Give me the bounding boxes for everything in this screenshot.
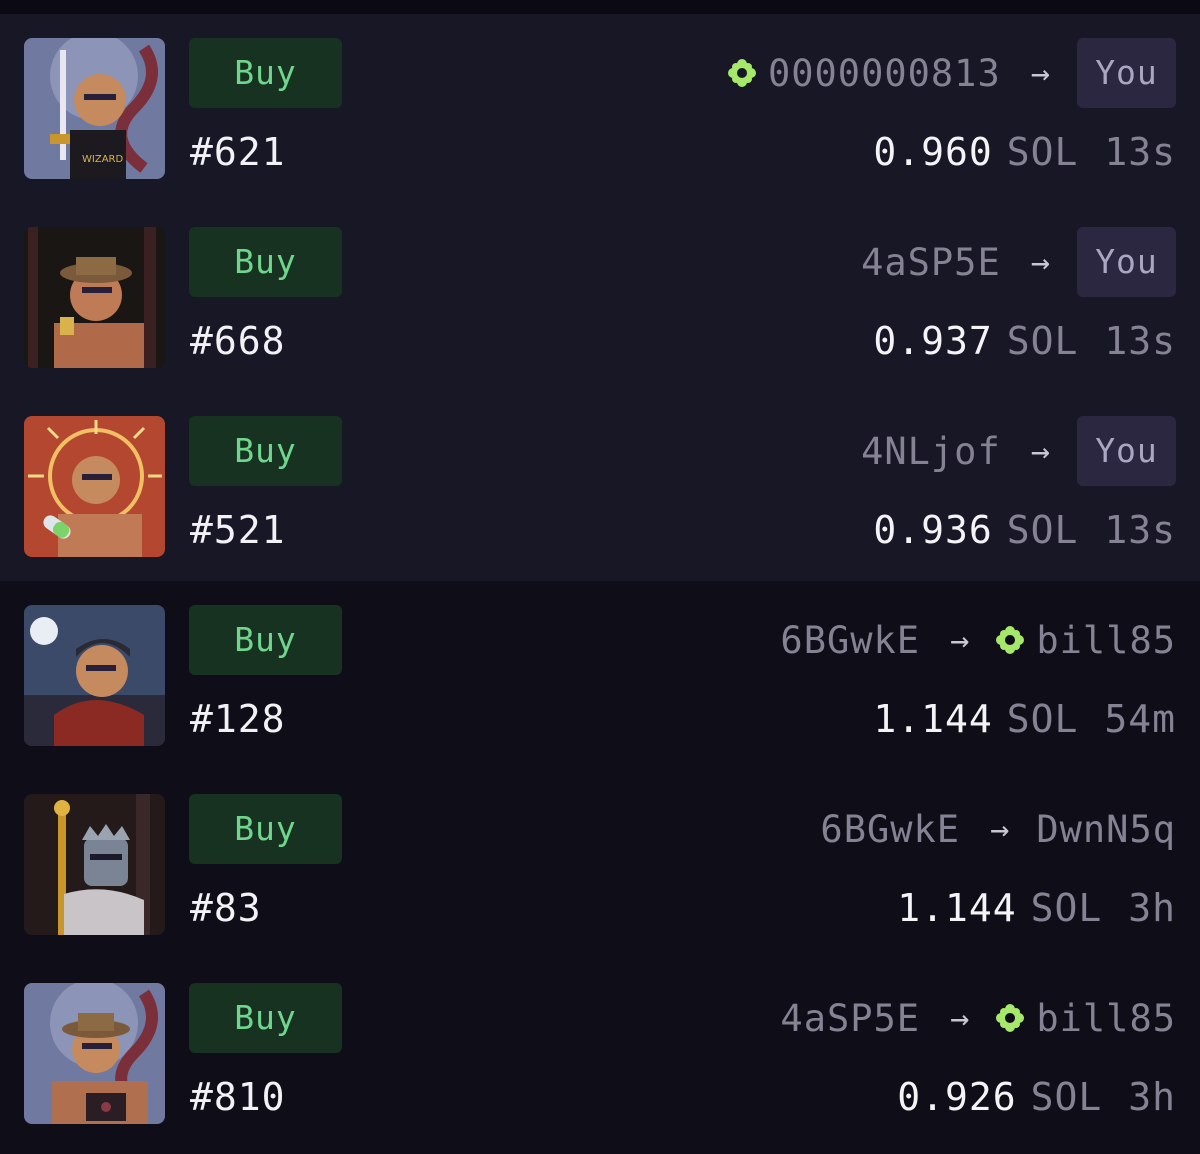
- from-address[interactable]: 4aSP5E: [861, 241, 1001, 284]
- arrow-right-icon: →: [1030, 243, 1051, 281]
- price-currency: SOL: [1006, 319, 1079, 363]
- sale-price: 0.926 SOL 3h: [897, 1073, 1176, 1121]
- token-id: #128: [190, 697, 286, 741]
- token-id: #621: [190, 130, 286, 174]
- sale-price: 0.960 SOL 13s: [873, 128, 1176, 176]
- price-amount: 1.144: [897, 886, 1017, 930]
- arrow-right-icon: →: [1030, 54, 1051, 92]
- sale-price: 0.937 SOL 13s: [873, 317, 1176, 365]
- you-badge[interactable]: You: [1077, 227, 1176, 297]
- nft-art-hat-icon: [24, 227, 165, 368]
- price-currency: SOL: [1006, 697, 1079, 741]
- price-currency: SOL: [1006, 508, 1079, 552]
- activity-row[interactable]: Buy #83 6BGwkE → DwnN5q 1.144 SOL 3h: [0, 770, 1200, 959]
- nft-thumbnail[interactable]: [24, 983, 165, 1124]
- top-bar: [0, 0, 1200, 14]
- buy-button[interactable]: Buy: [189, 227, 342, 297]
- verified-flower-icon: [996, 626, 1025, 654]
- to-address[interactable]: bill85: [1036, 997, 1176, 1040]
- token-id: #521: [190, 508, 286, 552]
- token-id: #668: [190, 319, 286, 363]
- buy-button[interactable]: Buy: [189, 794, 342, 864]
- to-address[interactable]: DwnN5q: [1036, 808, 1176, 851]
- verified-flower-icon: [727, 59, 756, 87]
- older-group: Buy #128 6BGwkE → bill85 1.144 SOL 54m B…: [0, 581, 1200, 1148]
- buy-button[interactable]: Buy: [189, 605, 342, 675]
- activity-row[interactable]: Buy #668 4aSP5E → You 0.937 SOL 13s: [0, 203, 1200, 392]
- price-amount: 0.937: [873, 319, 993, 363]
- transfer-route: 4aSP5E → bill85: [780, 983, 1176, 1053]
- price-amount: 1.144: [873, 697, 993, 741]
- nft-art-moon-icon: [24, 605, 165, 746]
- nft-art-knight-icon: [24, 794, 165, 935]
- arrow-right-icon: →: [950, 621, 971, 659]
- sale-price: 1.144 SOL 3h: [897, 884, 1176, 932]
- price-currency: SOL: [1006, 130, 1079, 174]
- price-currency: SOL: [1030, 886, 1103, 930]
- price-currency: SOL: [1030, 1075, 1103, 1119]
- sale-age: 13s: [1104, 508, 1176, 552]
- price-amount: 0.960: [873, 130, 993, 174]
- transfer-route: 0000000813 → You: [727, 38, 1176, 108]
- token-id: #83: [190, 886, 262, 930]
- activity-row[interactable]: Buy #810 4aSP5E → bill85 0.926 SOL 3h: [0, 959, 1200, 1148]
- arrow-right-icon: →: [1030, 432, 1051, 470]
- price-amount: 0.936: [873, 508, 993, 552]
- arrow-right-icon: →: [950, 999, 971, 1037]
- sale-price: 1.144 SOL 54m: [873, 695, 1176, 743]
- transfer-route: 6BGwkE → DwnN5q: [820, 794, 1176, 864]
- from-address[interactable]: 6BGwkE: [820, 808, 960, 851]
- buy-button[interactable]: Buy: [189, 983, 342, 1053]
- sale-age: 3h: [1128, 1075, 1176, 1119]
- nft-thumbnail[interactable]: [24, 605, 165, 746]
- sale-age: 3h: [1128, 886, 1176, 930]
- transfer-route: 4NLjof → You: [861, 416, 1176, 486]
- activity-row[interactable]: Buy #521 4NLjof → You 0.936 SOL 13s: [0, 392, 1200, 581]
- you-badge[interactable]: You: [1077, 38, 1176, 108]
- buy-button[interactable]: Buy: [189, 38, 342, 108]
- nft-thumbnail[interactable]: [24, 416, 165, 557]
- to-address[interactable]: bill85: [1036, 619, 1176, 662]
- verified-flower-icon: [996, 1004, 1025, 1032]
- nft-thumbnail[interactable]: WIZARD: [24, 38, 165, 179]
- token-id: #810: [190, 1075, 286, 1119]
- you-badge[interactable]: You: [1077, 416, 1176, 486]
- buy-button[interactable]: Buy: [189, 416, 342, 486]
- nft-art-sun-icon: [24, 416, 165, 557]
- recent-group: WIZARD Buy #621 0000000813 → You 0.960 S…: [0, 14, 1200, 581]
- sale-age: 54m: [1104, 697, 1176, 741]
- activity-row[interactable]: Buy #128 6BGwkE → bill85 1.144 SOL 54m: [0, 581, 1200, 770]
- nft-thumbnail[interactable]: [24, 227, 165, 368]
- transfer-route: 4aSP5E → You: [861, 227, 1176, 297]
- from-address[interactable]: 0000000813: [768, 52, 1001, 95]
- svg-text:WIZARD: WIZARD: [82, 154, 123, 165]
- from-address[interactable]: 6BGwkE: [780, 619, 920, 662]
- nft-art-wizard-icon: WIZARD: [24, 38, 165, 179]
- nft-art-snake-book-icon: [24, 983, 165, 1124]
- from-address[interactable]: 4NLjof: [861, 430, 1001, 473]
- sale-age: 13s: [1104, 130, 1176, 174]
- sale-age: 13s: [1104, 319, 1176, 363]
- transfer-route: 6BGwkE → bill85: [780, 605, 1176, 675]
- sale-price: 0.936 SOL 13s: [873, 506, 1176, 554]
- price-amount: 0.926: [897, 1075, 1017, 1119]
- arrow-right-icon: →: [990, 810, 1011, 848]
- activity-row[interactable]: WIZARD Buy #621 0000000813 → You 0.960 S…: [0, 14, 1200, 203]
- nft-thumbnail[interactable]: [24, 794, 165, 935]
- from-address[interactable]: 4aSP5E: [780, 997, 920, 1040]
